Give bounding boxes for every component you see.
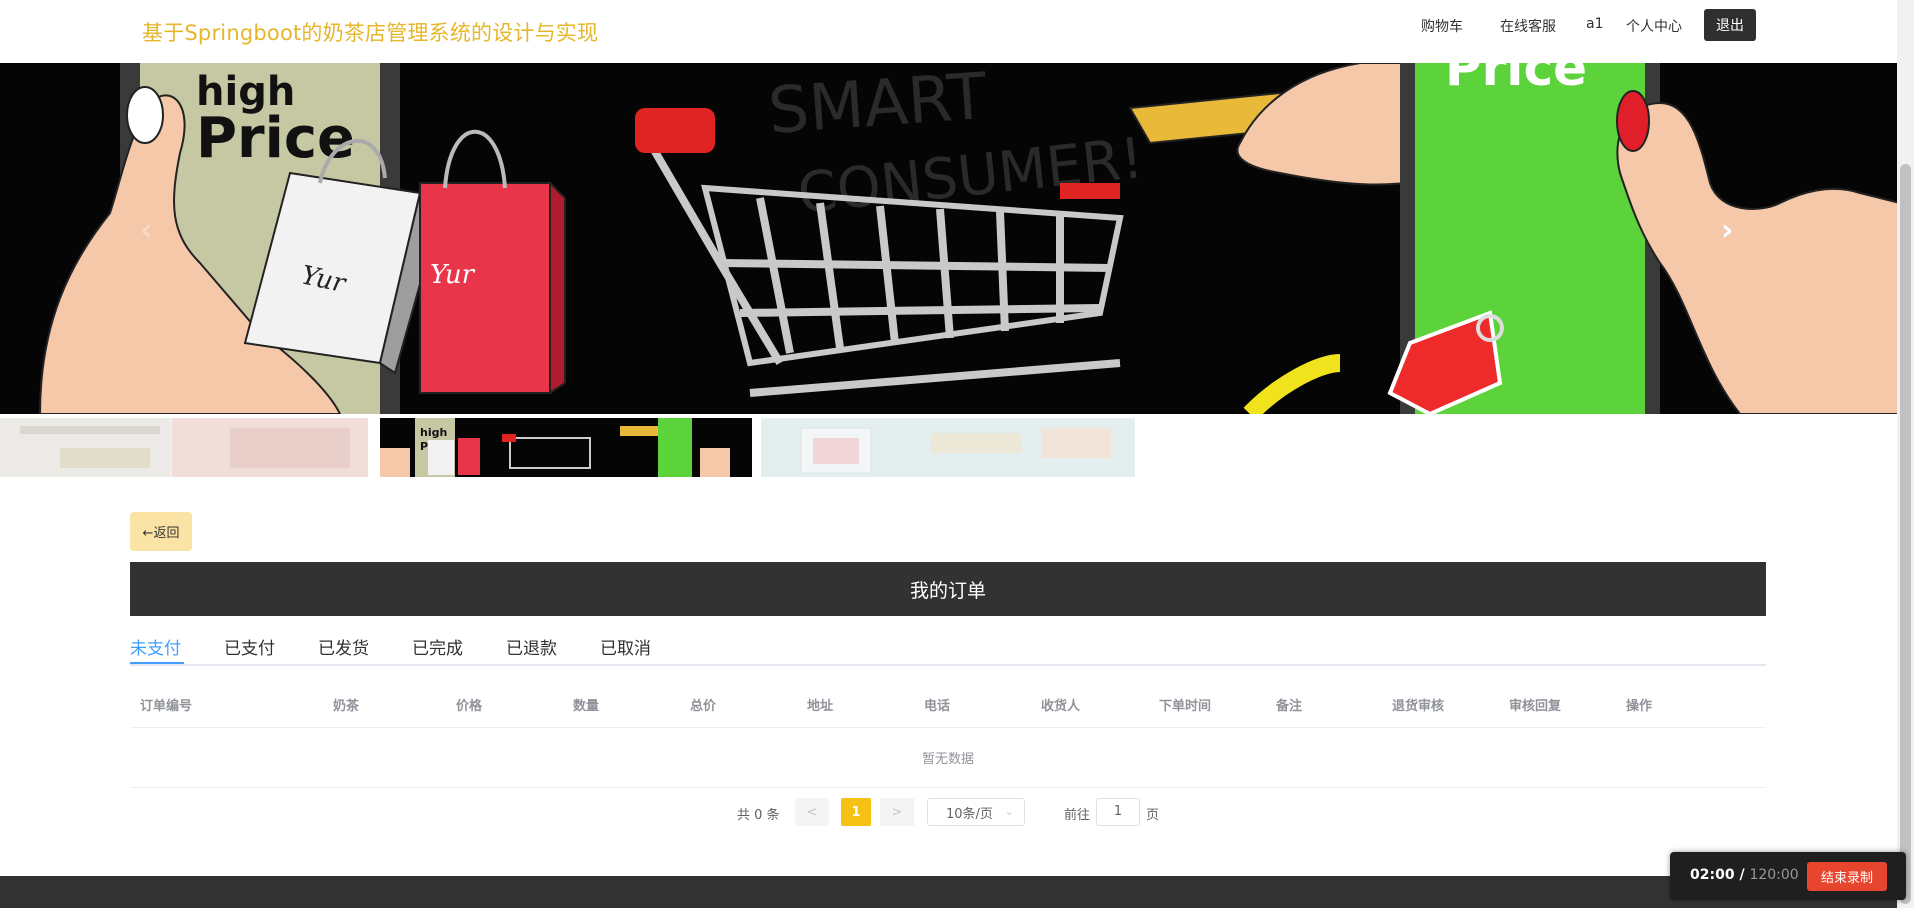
carousel-thumb-2-active[interactable]: high Price [380, 418, 752, 477]
column-order-number: 订单编号 [140, 699, 193, 714]
orders-title-bar: 我的订单 [130, 562, 1766, 616]
banner-carousel: SMART CONSUMER! high Price Yur Yur Price… [0, 63, 1900, 414]
banner-bag-label-right: Yur [430, 260, 476, 290]
svg-text:Price: Price [196, 106, 355, 171]
empty-text: 暂无数据 [921, 752, 974, 767]
carousel-next-arrow-icon[interactable]: › [1721, 213, 1733, 248]
column-quantity: 数量 [573, 699, 600, 714]
column-total-price: 总价 [690, 699, 717, 714]
stop-recording-button[interactable]: 结束录制 [1807, 862, 1887, 891]
column-phone: 电话 [924, 699, 951, 714]
pagination-goto-prefix: 前往 [1064, 808, 1091, 823]
nav-online-service[interactable]: 在线客服 [1500, 16, 1556, 36]
carousel-thumb-1[interactable] [0, 418, 368, 477]
pagination-goto-suffix: 页 [1146, 808, 1160, 823]
nav-user-center[interactable]: 个人中心 [1626, 16, 1682, 36]
pagination-goto-input[interactable]: 1 [1096, 798, 1140, 826]
back-button[interactable]: ←返回 [130, 512, 192, 551]
table-empty-row: 暂无数据 [130, 728, 1766, 788]
recording-elapsed: 02:00 [1690, 867, 1735, 883]
tab-paid[interactable]: 已支付 [224, 634, 275, 659]
scrollbar-thumb[interactable] [1900, 164, 1911, 904]
banner-image: SMART CONSUMER! high Price Yur Yur Price [0, 63, 1900, 414]
pagination-next-button[interactable]: > [880, 798, 914, 826]
site-title: 基于Springboot的奶茶店管理系统的设计与实现 [142, 21, 599, 45]
vertical-scrollbar[interactable] [1897, 0, 1914, 908]
chevron-down-icon: ⌄ [1004, 805, 1014, 818]
page-root: 基于Springboot的奶茶店管理系统的设计与实现 购物车 在线客服 a1 个… [0, 0, 1914, 908]
recording-separator: / [1734, 867, 1750, 883]
column-milk-tea: 奶茶 [333, 699, 360, 714]
page-footer [0, 876, 1897, 908]
tab-refunded[interactable]: 已退款 [506, 634, 557, 659]
column-remark: 备注 [1276, 699, 1303, 714]
pagination-prev-button[interactable]: < [795, 798, 829, 826]
orders-table-header: 订单编号 奶茶 价格 数量 总价 地址 电话 收货人 下单时间 备注 退货审核 … [130, 680, 1766, 728]
nav-username[interactable]: a1 [1586, 16, 1604, 32]
pagination-page-1[interactable]: 1 [841, 798, 871, 826]
tab-unpaid[interactable]: 未支付 [130, 634, 181, 659]
thumb-price-left-1: high [420, 426, 447, 439]
tab-completed[interactable]: 已完成 [412, 634, 463, 659]
orders-title: 我的订单 [909, 579, 986, 602]
column-price: 价格 [456, 699, 483, 714]
top-header: 基于Springboot的奶茶店管理系统的设计与实现 购物车 在线客服 a1 个… [0, 0, 1897, 63]
column-address: 地址 [807, 699, 834, 714]
column-review-reply: 审核回复 [1509, 699, 1562, 714]
banner-price-right-text: Price [1445, 63, 1587, 97]
column-order-time: 下单时间 [1159, 699, 1212, 714]
pagination-total: 共 0 条 [737, 808, 780, 823]
carousel-prev-arrow-icon[interactable]: ‹ [140, 213, 152, 248]
column-return-review: 退货审核 [1392, 699, 1445, 714]
recording-total: 120:00 [1749, 867, 1799, 883]
page-size-value: 10条/页 [946, 806, 993, 822]
order-status-tabs: 未支付 已支付 已发货 已完成 已退款 已取消 [130, 632, 1766, 666]
carousel-thumb-3[interactable] [761, 418, 1135, 477]
tab-shipped[interactable]: 已发货 [318, 634, 369, 659]
tab-cancelled[interactable]: 已取消 [600, 634, 651, 659]
column-actions: 操作 [1626, 699, 1653, 714]
logout-button[interactable]: 退出 [1704, 9, 1756, 41]
recording-widget: 02:00 / 120:00 结束录制 [1670, 852, 1906, 900]
nav-cart[interactable]: 购物车 [1421, 16, 1463, 36]
recording-timer: 02:00 / 120:00 [1690, 867, 1799, 883]
pagination-page-size-select[interactable]: 10条/页 ⌄ [927, 798, 1025, 826]
column-recipient: 收货人 [1041, 699, 1081, 714]
active-tab-indicator [130, 662, 184, 664]
